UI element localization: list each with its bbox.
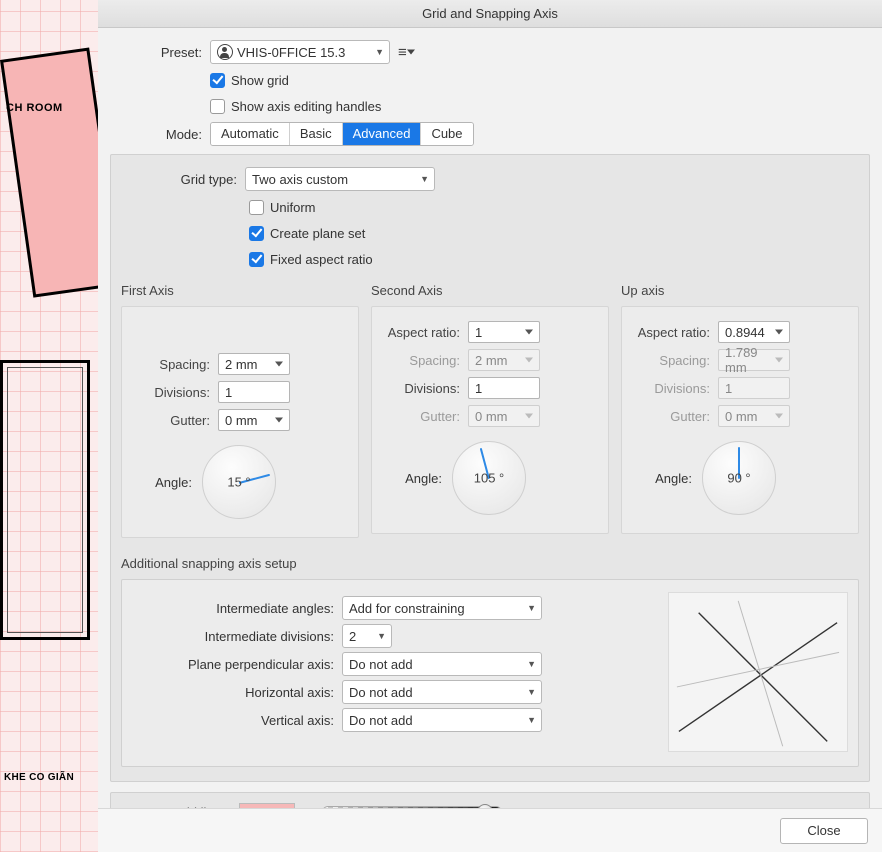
preset-menu-icon[interactable]: ≡ [398, 44, 415, 61]
gutter-field: 0 mm [468, 405, 540, 427]
bg-room-label: CH ROOM [6, 102, 63, 114]
axis-first: First AxisSpacing:2 mmDivisions:1Gutter:… [121, 283, 359, 538]
axis-title: Second Axis [371, 283, 609, 298]
dialog-title: Grid and Snapping Axis [98, 0, 882, 28]
axis-title: Up axis [621, 283, 859, 298]
axis-second: Second AxisAspect ratio:1Spacing:2 mmDiv… [371, 283, 609, 538]
aspect-field[interactable]: 1 [468, 321, 540, 343]
axis-title: First Axis [121, 283, 359, 298]
show-handles-label: Show axis editing handles [231, 99, 381, 114]
divisions-field: 1 [718, 377, 790, 399]
close-button[interactable]: Close [780, 818, 868, 844]
show-handles-checkbox[interactable]: Show axis editing handles [210, 96, 381, 116]
gridtype-label: Grid type: [149, 172, 245, 187]
gutter-field: 0 mm [718, 405, 790, 427]
spacing-field: 2 mm [468, 349, 540, 371]
chevron-down-icon: ▼ [375, 47, 384, 57]
intermediate-divisions-combo[interactable]: 2▼ [342, 624, 392, 648]
spacing-field[interactable]: 2 mm [218, 353, 290, 375]
show-grid-label: Show grid [231, 73, 289, 88]
mode-cube[interactable]: Cube [421, 123, 472, 145]
aspect-field[interactable]: 0.8944 [718, 321, 790, 343]
divisions-field[interactable]: 1 [218, 381, 290, 403]
preset-combo[interactable]: VHIS-0FFICE 15.3 ▼ [210, 40, 390, 64]
axis-up: Up axisAspect ratio:0.8944Spacing:1.789 … [621, 283, 859, 538]
plane-perpendicular-combo[interactable]: Do not add▼ [342, 652, 542, 676]
chevron-down-icon: ▼ [420, 174, 429, 184]
spacing-field: 1.789 mm [718, 349, 790, 371]
mode-advanced[interactable]: Advanced [343, 123, 422, 145]
mode-basic[interactable]: Basic [290, 123, 343, 145]
additional-title: Additional snapping axis setup [121, 556, 859, 571]
vertical-axis-combo[interactable]: Do not add▼ [342, 708, 542, 732]
gutter-field[interactable]: 0 mm [218, 409, 290, 431]
mode-label: Mode: [126, 127, 210, 142]
preset-value: VHIS-0FFICE 15.3 [237, 45, 345, 60]
dialog-footer: Close [98, 808, 882, 852]
preset-label: Preset: [126, 45, 210, 60]
gridtype-value: Two axis custom [252, 172, 348, 187]
snapping-preview [668, 592, 848, 752]
user-icon [217, 44, 233, 60]
divisions-field[interactable]: 1 [468, 377, 540, 399]
uniform-checkbox[interactable]: Uniform [249, 197, 316, 217]
mode-segmented: Automatic Basic Advanced Cube [210, 122, 474, 146]
fixed-aspect-checkbox[interactable]: Fixed aspect ratio [249, 249, 373, 269]
bg-bottom-label: KHE CO GIÃN [4, 772, 74, 783]
gridtype-combo[interactable]: Two axis custom ▼ [245, 167, 435, 191]
create-plane-checkbox[interactable]: Create plane set [249, 223, 365, 243]
horizontal-axis-combo[interactable]: Do not add▼ [342, 680, 542, 704]
background-floorplan: CH ROOM KHE CO GIÃN [0, 0, 98, 852]
mode-automatic[interactable]: Automatic [211, 123, 290, 145]
dialog: Grid and Snapping Axis Preset: VHIS-0FFI… [98, 0, 882, 852]
show-grid-checkbox[interactable]: Show grid [210, 70, 289, 90]
gridlines-opacity-slider[interactable] [322, 806, 502, 808]
intermediate-angles-combo[interactable]: Add for constraining▼ [342, 596, 542, 620]
